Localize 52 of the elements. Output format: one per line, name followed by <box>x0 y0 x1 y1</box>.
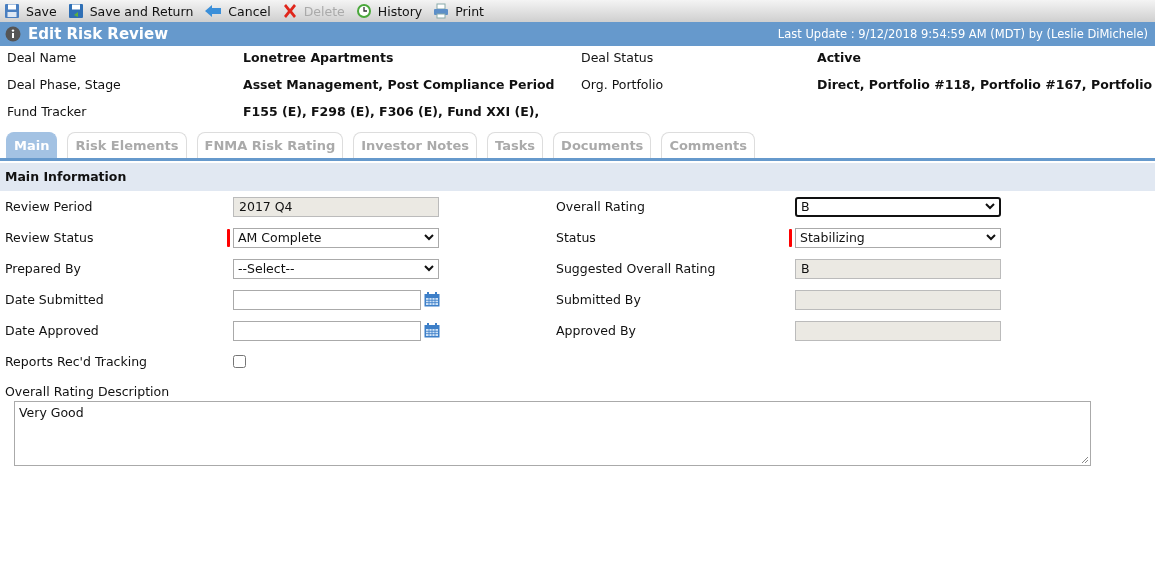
field-label: Review Period <box>5 199 94 214</box>
info-icon <box>5 26 21 42</box>
field-value: Lonetree Apartments <box>243 50 395 65</box>
date-field[interactable] <box>233 320 421 341</box>
page-title: Edit Risk Review <box>28 25 169 43</box>
field-label: Deal Phase, Stage <box>7 77 122 92</box>
chevron-down-icon <box>985 203 995 210</box>
field-label: Status <box>556 230 597 245</box>
field-value: Active <box>817 50 862 65</box>
left-arrow-icon <box>204 4 223 18</box>
dropdown[interactable]: Stabilizing <box>795 227 1001 248</box>
dropdown[interactable]: --Select-- <box>233 258 439 279</box>
chevron-down-icon <box>986 234 996 241</box>
field-value: Direct, Portfolio #118, Portfolio #167, Portfolio <box>817 77 1154 92</box>
field-label: Date Approved <box>5 323 100 338</box>
date-field[interactable] <box>233 289 421 310</box>
field-label: Org. Portfolio <box>581 77 665 92</box>
field-value: F155 (E), F298 (E), F306 (E), Fund XXI (E), <box>243 104 541 119</box>
section-header: Main Information <box>0 163 1155 191</box>
clock-icon <box>355 3 372 19</box>
readonly-field: 2017 Q4 <box>233 196 439 217</box>
checkbox[interactable] <box>233 355 246 368</box>
toolbar-button[interactable]: Save <box>4 1 57 21</box>
dropdown[interactable]: AM Complete <box>233 227 439 248</box>
chevron-down-icon <box>424 265 434 272</box>
field-label: Fund Tracker <box>7 104 88 119</box>
toolbar-button[interactable]: Save and Return <box>67 1 194 21</box>
field-label: Overall Rating <box>556 199 646 214</box>
dropdown[interactable]: B <box>795 196 1001 217</box>
field-label: Submitted By <box>556 292 642 307</box>
field-label: Deal Status <box>581 50 655 65</box>
toolbar-button[interactable]: Print <box>433 1 484 21</box>
field-label: Approved By <box>556 323 637 338</box>
description-textarea[interactable]: Very Good <box>14 401 1091 466</box>
field-label: Reports Rec'd Tracking <box>5 354 148 369</box>
field-label: Prepared By <box>5 261 82 276</box>
calendar-icon[interactable] <box>424 292 440 307</box>
field-label: Overall Rating Description <box>4 384 171 399</box>
field-label: Deal Name <box>7 50 78 65</box>
field-label: Suggested Overall Rating <box>556 261 717 276</box>
last-update-text: Last Update : 9/12/2018 9:54:59 AM (MDT) by (Leslie DiMichele) <box>777 27 1148 41</box>
toolbar-button[interactable]: History <box>355 1 423 21</box>
readonly-field: B <box>795 258 1001 279</box>
chevron-down-icon <box>424 234 434 241</box>
printer-icon <box>433 3 450 19</box>
x-icon <box>281 3 298 19</box>
field-label: Date Submitted <box>5 292 105 307</box>
calendar-icon[interactable] <box>424 323 440 338</box>
field-value: Asset Management, Post Compliance Period <box>243 77 556 92</box>
field-label: Review Status <box>5 230 95 245</box>
resize-grip-icon[interactable] <box>1081 456 1089 464</box>
toolbar-button[interactable]: Cancel <box>204 1 271 21</box>
